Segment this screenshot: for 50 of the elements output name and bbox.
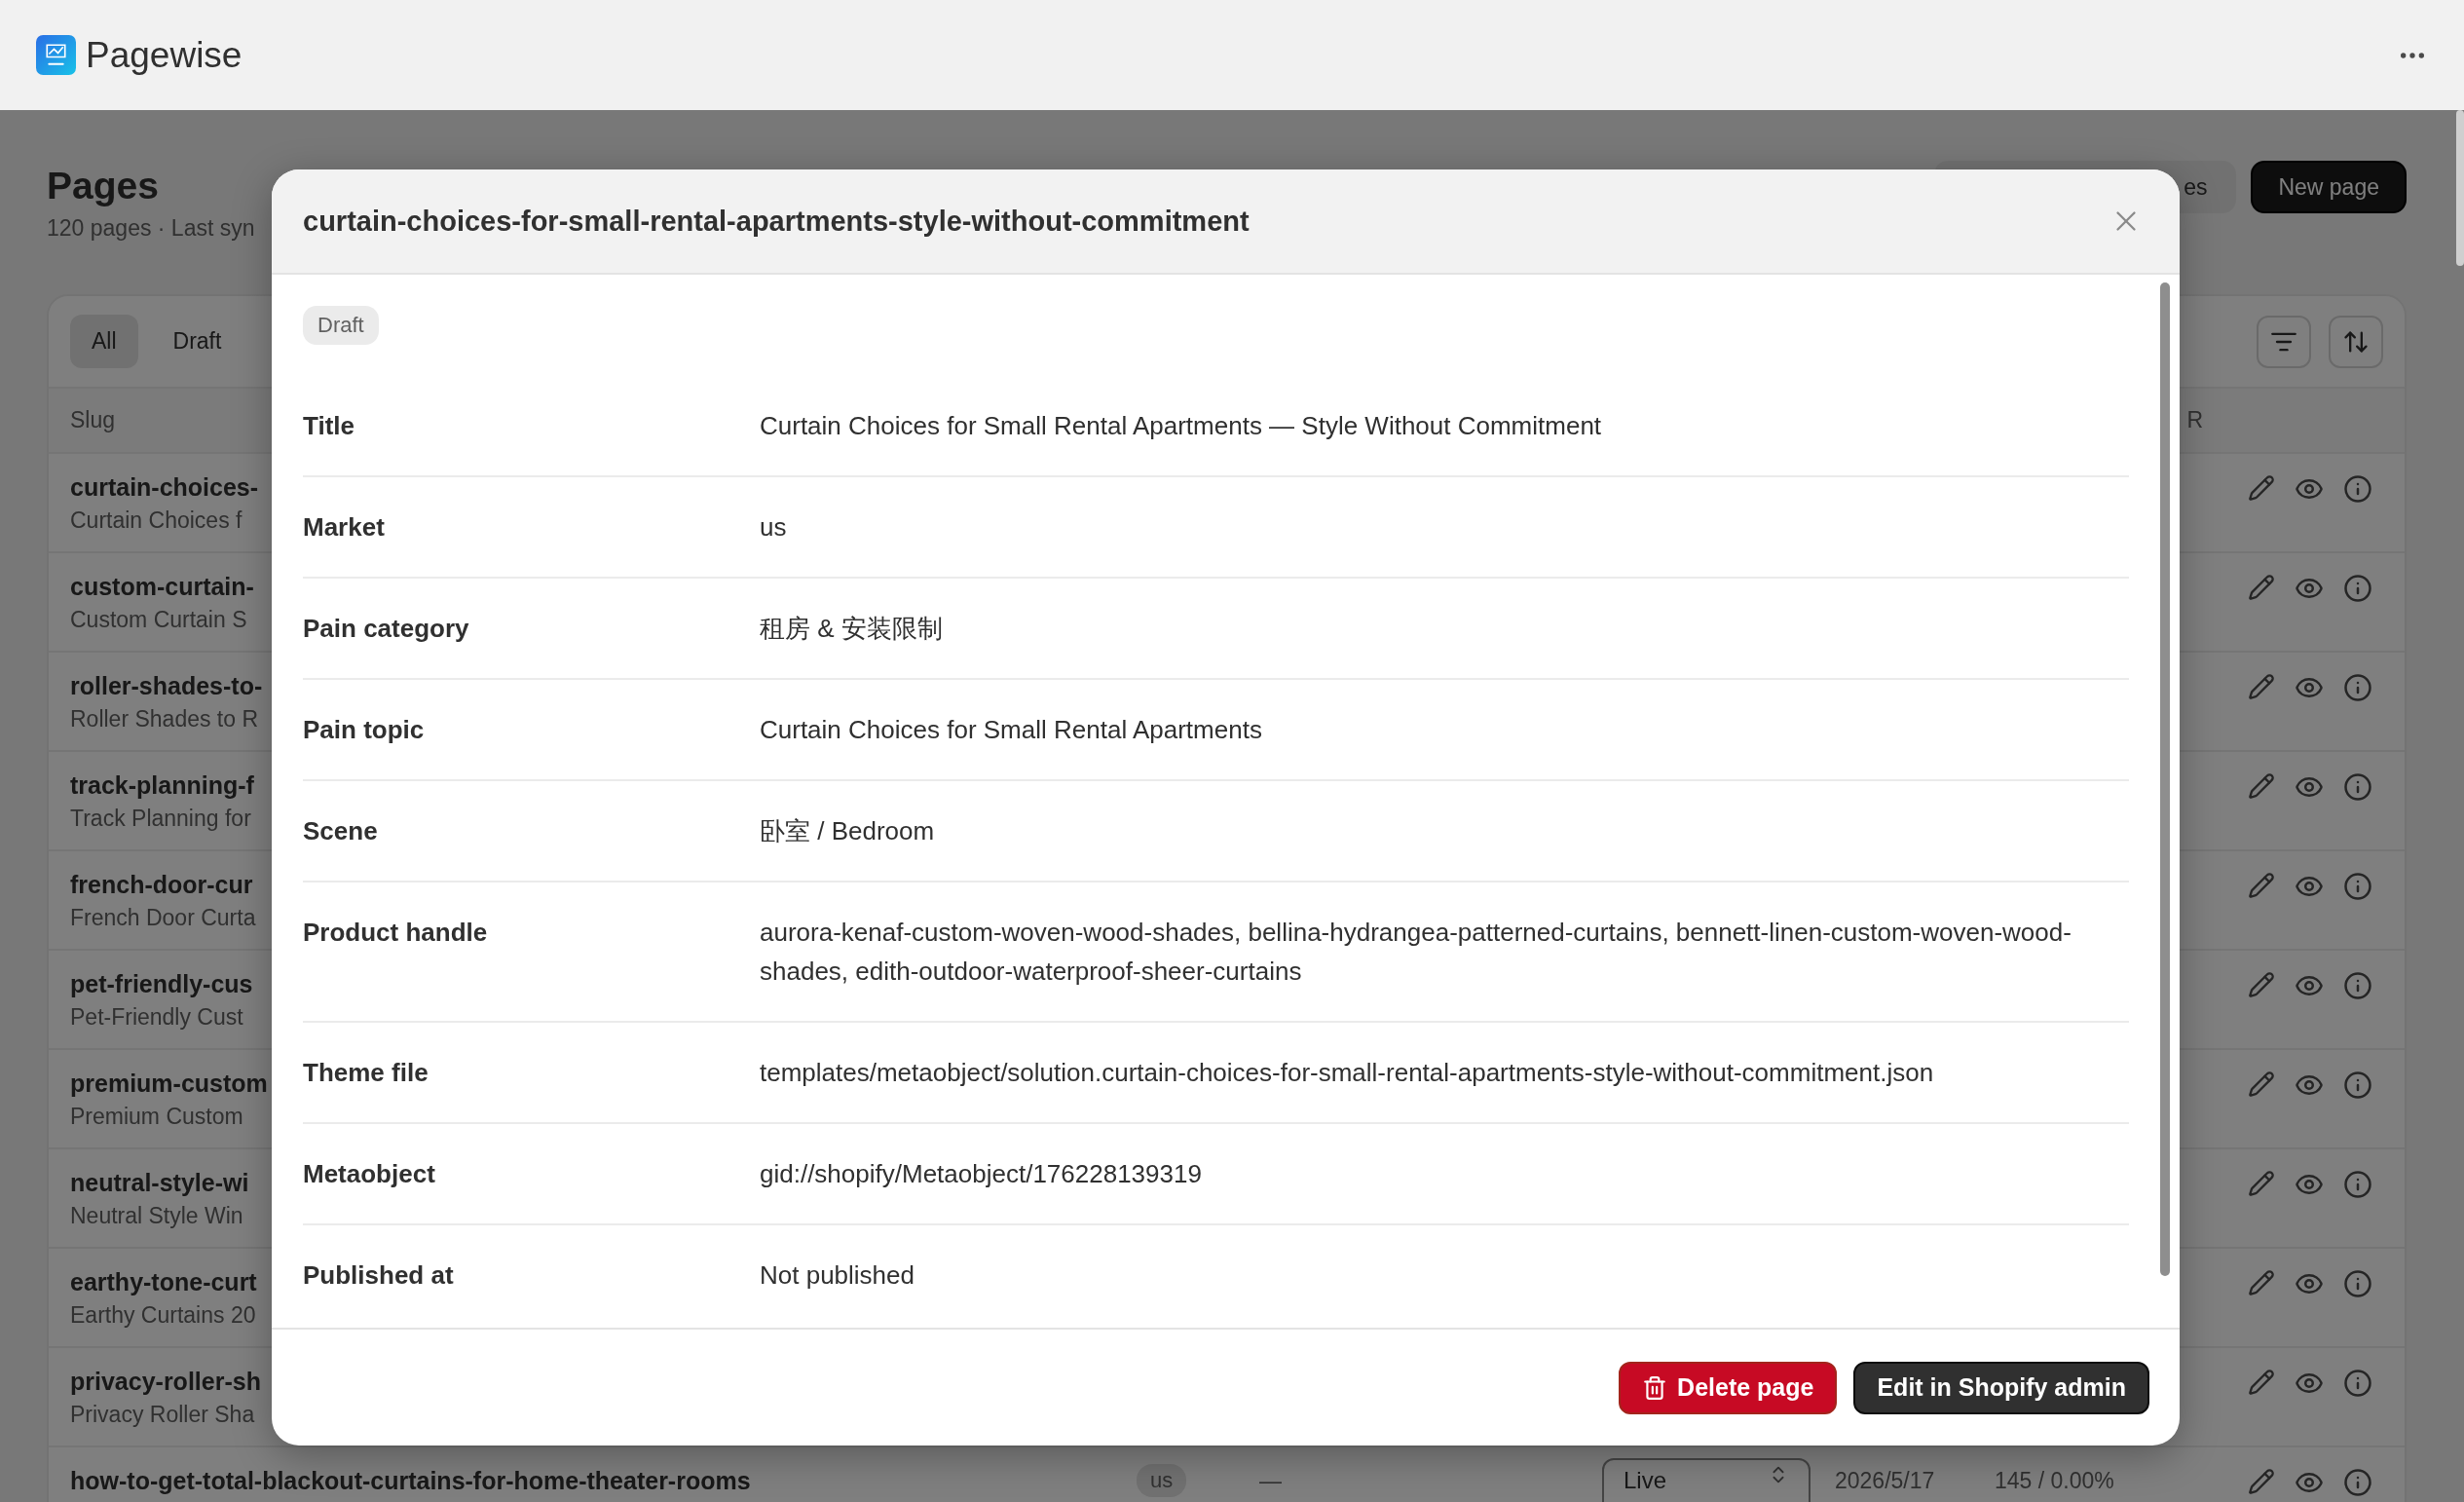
table-cell-text: — bbox=[1259, 1467, 1283, 1495]
row-slug: roller-shades-to- bbox=[70, 671, 263, 701]
page-title: Pages bbox=[47, 164, 160, 208]
row-title: Neutral Style Win bbox=[70, 1202, 243, 1230]
market-tag: us bbox=[1137, 1464, 1187, 1497]
field-label: Scene bbox=[303, 815, 379, 847]
row-slug: premium-custom bbox=[70, 1069, 268, 1099]
row-title: French Door Curta bbox=[70, 904, 256, 932]
row-title: Custom Curtain S bbox=[70, 606, 247, 634]
row-slug: privacy-roller-sh bbox=[70, 1367, 261, 1397]
row-slug: custom-curtain- bbox=[70, 572, 254, 602]
page-subtitle: 120 pages · Last syn bbox=[47, 214, 255, 243]
status-badge: Draft bbox=[303, 306, 379, 345]
field-value: us bbox=[760, 511, 788, 544]
row-title: Roller Shades to R bbox=[70, 705, 259, 733]
row-title: Track Planning for bbox=[70, 805, 251, 833]
row-slug: neutral-style-wi bbox=[70, 1168, 249, 1198]
field-value: Curtain Choices for Small Rental Apartments — Style Without Commitment bbox=[760, 410, 1603, 442]
row-title: Privacy Roller Sha bbox=[70, 1401, 255, 1429]
date-cell-text: 2026/5/17 bbox=[1835, 1467, 1936, 1495]
row-slug: pet-friendly-cus bbox=[70, 969, 253, 999]
field-label: Pain topic bbox=[303, 714, 426, 746]
field-label: Theme file bbox=[303, 1057, 429, 1089]
field-value: Curtain Choices for Small Rental Apartments bbox=[760, 714, 1263, 746]
row-slug: track-planning-f bbox=[70, 770, 254, 801]
field-label: Metaobject bbox=[303, 1158, 436, 1190]
views-cell-text: 145 / 0.00% bbox=[1995, 1467, 2115, 1495]
column-header: Slug bbox=[70, 407, 116, 433]
app-name: Pagewise bbox=[86, 34, 243, 76]
field-value: Not published bbox=[760, 1259, 915, 1292]
field-value: templates/metaobject/solution.curtain-choices-for-small-rental-apartments-style-without-commitment.json bbox=[760, 1057, 1935, 1089]
row-title: Premium Custom bbox=[70, 1103, 243, 1131]
field-label: Market bbox=[303, 511, 386, 544]
dialog-title: curtain-choices-for-small-rental-apartments-style-without-commitment bbox=[303, 205, 1250, 238]
field-value: aurora-kenaf-custom-woven-wood-shades, bellina-hydrangea-patterned-curtains, bennett-linen-custom-woven-wood-shades, edith-outdoor-waterproof-sheer-curtains bbox=[760, 917, 2072, 988]
field-label: Product handle bbox=[303, 917, 489, 949]
field-label: Pain category bbox=[303, 613, 470, 645]
row-slug: french-door-cur bbox=[70, 870, 253, 900]
row-title: Curtain Choices f bbox=[70, 507, 243, 535]
field-value: 卧室 / Bedroom bbox=[760, 815, 936, 847]
column-header: R bbox=[2186, 407, 2204, 433]
field-value: gid://shopify/Metaobject/176228139319 bbox=[760, 1158, 1203, 1190]
row-title: Earthy Curtains 20 bbox=[70, 1301, 256, 1330]
row-title: Pet-Friendly Cust bbox=[70, 1003, 243, 1032]
field-value: 租房 & 安装限制 bbox=[760, 613, 944, 645]
field-label: Published at bbox=[303, 1259, 455, 1292]
row-slug: curtain-choices- bbox=[70, 472, 259, 503]
row-slug: earthy-tone-curt bbox=[70, 1267, 257, 1297]
row-slug: how-to-get-total-blackout-curtains-for-home-theater-rooms bbox=[70, 1466, 751, 1496]
field-label: Title bbox=[303, 410, 355, 442]
